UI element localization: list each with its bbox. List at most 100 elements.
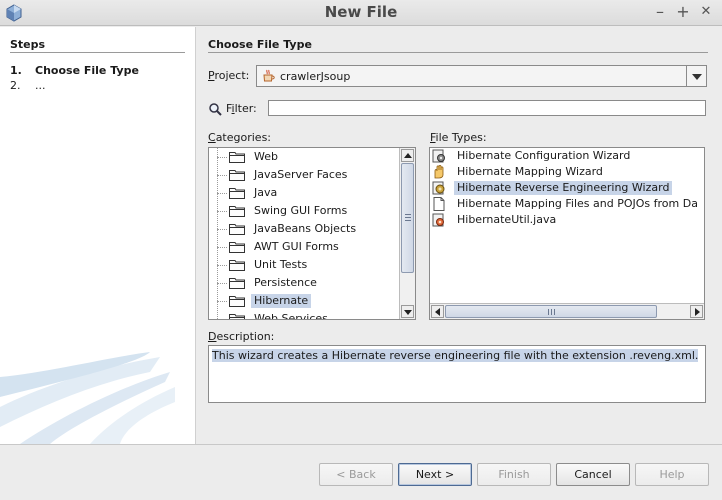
- project-value: crawlerJsoup: [280, 70, 351, 83]
- steps-divider: [10, 52, 185, 53]
- category-item-awt-gui-forms[interactable]: AWT GUI Forms: [209, 238, 399, 256]
- step-number: 2.: [10, 79, 21, 92]
- scroll-right-arrow-icon[interactable]: [690, 305, 703, 318]
- panel-heading: Choose File Type: [208, 38, 312, 51]
- folder-icon: [229, 206, 245, 217]
- scrollbar-thumb[interactable]: [445, 305, 657, 318]
- tree-connector: [217, 157, 227, 158]
- category-item-hibernate[interactable]: Hibernate: [209, 292, 399, 310]
- scrollbar-thumb[interactable]: [401, 163, 414, 273]
- folder-icon: [229, 224, 245, 235]
- cancel-button[interactable]: Cancel: [556, 463, 630, 486]
- step-pending: 2....: [10, 79, 46, 92]
- folder-icon: [229, 314, 245, 319]
- file-type-item-configuration-wizard[interactable]: Hibernate Configuration Wizard: [430, 148, 704, 164]
- grip-line: [405, 217, 411, 218]
- tree-connector: [217, 175, 227, 176]
- finish-button[interactable]: Finish: [477, 463, 551, 486]
- file-type-label-selected: Hibernate Reverse Engineering Wizard: [454, 181, 673, 195]
- tree-connector: [217, 211, 227, 212]
- folder-icon: [229, 278, 245, 289]
- category-label: Swing GUI Forms: [254, 204, 348, 217]
- category-label-selected: Hibernate: [251, 294, 312, 308]
- window-title: New File: [324, 3, 398, 21]
- folder-icon: [229, 170, 245, 181]
- filter-label: Filter:: [226, 102, 257, 115]
- category-item-persistence[interactable]: Persistence: [209, 274, 399, 292]
- category-label: Persistence: [254, 276, 317, 289]
- tree-connector: [217, 229, 227, 230]
- file-type-item-hibernateutil-java[interactable]: HibernateUtil.java: [430, 212, 704, 228]
- java-project-icon: [263, 69, 275, 82]
- next-button[interactable]: Next >: [398, 463, 472, 486]
- folder-icon: [229, 242, 245, 253]
- category-label: Java: [254, 186, 278, 199]
- tree-connector: [217, 301, 227, 302]
- categories-tree[interactable]: Web JavaServer Faces Java Swing GUI Form…: [208, 147, 416, 320]
- step-choose-file-type: 1. Choose File Type: [10, 64, 139, 77]
- description-label: Description:: [208, 330, 275, 343]
- file-type-label: Hibernate Configuration Wizard: [457, 149, 631, 162]
- choose-file-type-panel: Choose File Type Project: crawlerJsoup F…: [196, 27, 722, 444]
- description-text: This wizard creates a Hibernate reverse …: [212, 349, 699, 362]
- folder-icon: [229, 260, 245, 271]
- close-button[interactable]: ✕: [697, 2, 715, 22]
- back-button[interactable]: < Back: [319, 463, 393, 486]
- category-item-web[interactable]: Web: [209, 148, 399, 166]
- filter-input[interactable]: [268, 100, 706, 116]
- file-type-label: Hibernate Mapping Wizard: [457, 165, 603, 178]
- help-button[interactable]: Help: [635, 463, 709, 486]
- category-item-javabeans-objects[interactable]: JavaBeans Objects: [209, 220, 399, 238]
- tree-connector: [217, 193, 227, 194]
- file-type-item-reverse-engineering-wizard[interactable]: Hibernate Reverse Engineering Wizard: [430, 180, 704, 196]
- title-bar: New File – + ✕: [0, 0, 722, 26]
- file-type-item-mapping-wizard[interactable]: Hibernate Mapping Wizard: [430, 164, 704, 180]
- folder-icon: [229, 188, 245, 199]
- maximize-button[interactable]: +: [674, 2, 692, 22]
- scroll-left-arrow-icon[interactable]: [431, 305, 444, 318]
- step-label: ...: [35, 79, 46, 92]
- mapping-files-icon: [433, 197, 445, 211]
- category-label: Web Services: [254, 312, 328, 320]
- categories-label: Categories:: [208, 131, 272, 144]
- category-item-javaserver-faces[interactable]: JavaServer Faces: [209, 166, 399, 184]
- category-item-web-services[interactable]: Web Services: [209, 310, 399, 320]
- steps-pane: Steps 1. Choose File Type 2....: [0, 27, 196, 444]
- file-type-item-mapping-files-pojos[interactable]: Hibernate Mapping Files and POJOs from D…: [430, 196, 704, 212]
- file-type-label: HibernateUtil.java: [457, 213, 557, 226]
- file-types-horizontal-scrollbar[interactable]: [430, 303, 704, 319]
- tree-connector: [217, 247, 227, 248]
- project-combo[interactable]: crawlerJsoup: [256, 65, 707, 87]
- file-types-label: File Types:: [430, 131, 487, 144]
- grip-line: [548, 309, 549, 315]
- grip-line: [405, 220, 411, 221]
- description-text-area[interactable]: This wizard creates a Hibernate reverse …: [208, 345, 706, 403]
- mapping-wizard-icon: [434, 165, 444, 179]
- chevron-down-icon[interactable]: [686, 66, 706, 86]
- decorative-swoosh-graphic: [0, 352, 175, 444]
- steps-heading: Steps: [10, 38, 46, 51]
- category-label: Unit Tests: [254, 258, 308, 271]
- grip-line: [405, 214, 411, 215]
- wizard-button-bar: < Back Next > Finish Cancel Help: [0, 444, 722, 500]
- reverse-engineering-icon: [432, 181, 445, 195]
- categories-vertical-scrollbar[interactable]: [399, 148, 415, 319]
- category-label: Web: [254, 150, 278, 163]
- category-item-java[interactable]: Java: [209, 184, 399, 202]
- tree-connector: [217, 319, 227, 320]
- file-type-label: Hibernate Mapping Files and POJOs from D…: [457, 197, 698, 210]
- folder-icon: [229, 296, 245, 307]
- java-file-icon: [432, 213, 444, 227]
- category-item-swing-gui-forms[interactable]: Swing GUI Forms: [209, 202, 399, 220]
- scroll-up-arrow-icon[interactable]: [401, 149, 414, 162]
- tree-connector: [217, 265, 227, 266]
- grip-line: [551, 309, 552, 315]
- project-label: Project:: [208, 69, 250, 82]
- folder-icon: [229, 152, 245, 163]
- scroll-down-arrow-icon[interactable]: [401, 305, 414, 318]
- step-number: 1.: [10, 64, 22, 77]
- config-wizard-icon: [432, 149, 445, 163]
- category-item-unit-tests[interactable]: Unit Tests: [209, 256, 399, 274]
- minimize-button[interactable]: –: [651, 2, 669, 22]
- file-types-list[interactable]: Hibernate Configuration Wizard Hibernate…: [429, 147, 705, 320]
